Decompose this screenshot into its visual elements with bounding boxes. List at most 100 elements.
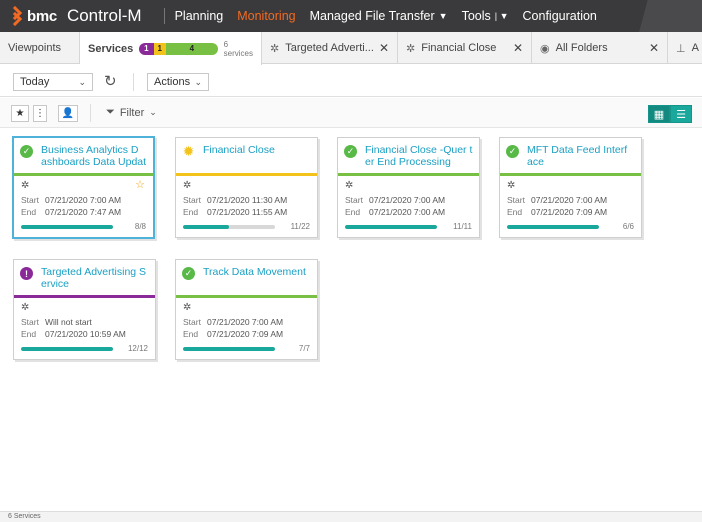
end-time: 07/21/2020 11:55 AM	[207, 207, 288, 217]
nav-planning[interactable]: Planning	[175, 9, 224, 23]
progress-fill	[183, 346, 275, 351]
service-title[interactable]: MFT Data Feed Interf ace	[527, 144, 635, 168]
start-row: Start 07/21/2020 7:00 AM	[507, 195, 608, 205]
favorites-button[interactable]: ★	[11, 105, 29, 122]
start-time: 07/21/2020 11:30 AM	[207, 195, 288, 205]
gear-icon[interactable]: ✲	[345, 180, 353, 191]
start-row: Start Will not start	[21, 317, 92, 327]
status-ok-icon: ✓	[344, 145, 357, 158]
error-count-badge: 1	[139, 42, 154, 55]
service-title[interactable]: Targeted Advertising Service	[41, 266, 149, 290]
card-actions: ✲	[338, 176, 479, 194]
progress-bar	[345, 224, 437, 229]
running-sun-icon: ✹	[182, 143, 195, 159]
nav-configuration[interactable]: Configuration	[523, 9, 597, 23]
toolbar-divider	[133, 73, 134, 91]
end-row: End 07/21/2020 10:59 AM	[21, 329, 126, 339]
ok-count-badge: 4	[165, 42, 218, 55]
refresh-icon[interactable]: ↻	[104, 72, 117, 90]
actions-dropdown[interactable]: Actions ⌄	[147, 73, 209, 91]
start-row: Start 07/21/2020 11:30 AM	[183, 195, 288, 205]
tab-services[interactable]: Services 1 1 4 6 services	[80, 32, 262, 65]
date-select[interactable]: Today ⌄	[13, 73, 93, 91]
end-row: End 07/21/2020 7:09 AM	[183, 329, 284, 339]
start-time: 07/21/2020 7:00 AM	[207, 317, 284, 327]
service-card[interactable]: ! Targeted Advertising Service ✲ Start Wi…	[13, 259, 156, 360]
service-card[interactable]: ✓ Track Data Movement ✲ Start 07/21/2020 …	[175, 259, 318, 360]
start-row: Start 07/21/2020 7:00 AM	[345, 195, 446, 205]
user-filter-button[interactable]: 👤	[58, 105, 78, 122]
gear-icon[interactable]: ✲	[21, 302, 29, 313]
nav-tools[interactable]: Tools | ▼	[462, 9, 509, 23]
filter-button[interactable]: ⏷ Filter ⌄	[106, 106, 157, 119]
gear-icon[interactable]: ✲	[183, 302, 191, 313]
gear-icon[interactable]: ✲	[183, 180, 191, 191]
end-row: End 07/21/2020 7:00 AM	[345, 207, 446, 217]
tab-targeted-advertising[interactable]: ✲ Targeted Adverti... ✕	[262, 32, 398, 64]
close-icon[interactable]: ✕	[379, 41, 389, 55]
job-count: 11/22	[290, 222, 310, 231]
close-icon[interactable]: ✕	[649, 41, 659, 55]
tab-label: All Folders	[555, 42, 608, 54]
card-header: ✓ Financial Close -Quer ter End Processi…	[338, 138, 479, 173]
service-title[interactable]: Financial Close -Quer ter End Processing	[365, 144, 473, 168]
list-view-button[interactable]: ☰	[670, 105, 692, 123]
more-button[interactable]: ⋮	[33, 105, 47, 122]
progress-fill	[345, 224, 437, 229]
progress-row: 8/8	[14, 218, 153, 237]
hierarchy-icon: ⊥	[676, 42, 686, 55]
status-footer: 6 Services	[0, 511, 702, 522]
service-title[interactable]: Financial Close	[203, 144, 275, 156]
nav-managed-file-transfer[interactable]: Managed File Transfer ▼	[310, 9, 448, 23]
service-card[interactable]: ✓ Financial Close -Quer ter End Processi…	[337, 137, 480, 238]
card-actions: ✲	[176, 176, 317, 194]
star-icon: ★	[15, 108, 25, 119]
gear-icon: ✲	[406, 42, 416, 55]
services-count: 6 services	[223, 39, 253, 58]
star-outline-icon[interactable]: ☆	[135, 178, 145, 191]
end-time: 07/21/2020 7:09 AM	[531, 207, 608, 217]
job-count: 8/8	[134, 222, 146, 231]
service-card[interactable]: ✓ MFT Data Feed Interf ace ✲ Start 07/21/…	[499, 137, 642, 238]
job-count: 7/7	[298, 344, 310, 353]
gear-icon[interactable]: ✲	[507, 180, 515, 191]
date-select-value: Today	[20, 76, 50, 88]
tab-label: Services	[88, 42, 134, 55]
end-row: End 07/21/2020 7:47 AM	[21, 207, 122, 217]
chevron-down-icon: | ▼	[494, 11, 509, 21]
card-actions: ✲	[14, 298, 155, 316]
service-title[interactable]: Track Data Movement	[203, 266, 306, 278]
tab-viewpoints[interactable]: Viewpoints	[0, 32, 80, 64]
chevron-down-icon: ⌄	[194, 76, 202, 87]
filter-icon: ⏷	[106, 106, 115, 118]
product-name: Control-M	[66, 6, 142, 25]
tab-financial-close[interactable]: ✲ Financial Close ✕	[398, 32, 532, 64]
card-header: ! Targeted Advertising Service	[14, 260, 155, 295]
close-icon[interactable]: ✕	[513, 41, 523, 55]
tab-label: Viewpoints	[8, 42, 61, 54]
start-time: Will not start	[45, 317, 92, 327]
services-status-badges: 1 1 4	[139, 42, 218, 55]
eye-icon: ◉	[540, 42, 550, 55]
start-row: Start 07/21/2020 7:00 AM	[183, 317, 284, 327]
bmc-logo-icon	[8, 8, 24, 24]
toolbar-secondary: ★ ⋮ 👤 ⏷ Filter ⌄ ▦ ☰	[0, 98, 702, 128]
progress-fill	[21, 346, 113, 351]
bmc-logo[interactable]: bmc Control-M	[0, 0, 142, 32]
card-actions: ✲ ☆	[14, 176, 153, 194]
progress-row: 11/11	[338, 218, 479, 237]
status-ok-icon: ✓	[506, 145, 519, 158]
progress-fill	[21, 224, 113, 229]
grid-view-button[interactable]: ▦	[648, 105, 670, 123]
service-card[interactable]: ✹ Financial Close ✲ Start 07/21/2020 11:3…	[175, 137, 318, 238]
service-card[interactable]: ✓ Business Analytics D ashboards Data Up…	[12, 136, 155, 239]
gear-icon[interactable]: ✲	[21, 180, 29, 191]
service-title[interactable]: Business Analytics D ashboards Data Upda…	[41, 144, 147, 169]
progress-bar	[183, 346, 275, 351]
tab-overflow[interactable]: ⊥ A	[668, 32, 702, 64]
nav-monitoring[interactable]: Monitoring	[237, 9, 295, 23]
tab-all-folders[interactable]: ◉ All Folders ✕	[532, 32, 668, 64]
progress-bar	[507, 224, 599, 229]
end-row: End 07/21/2020 7:09 AM	[507, 207, 608, 217]
tab-label: Targeted Adverti...	[285, 42, 374, 54]
